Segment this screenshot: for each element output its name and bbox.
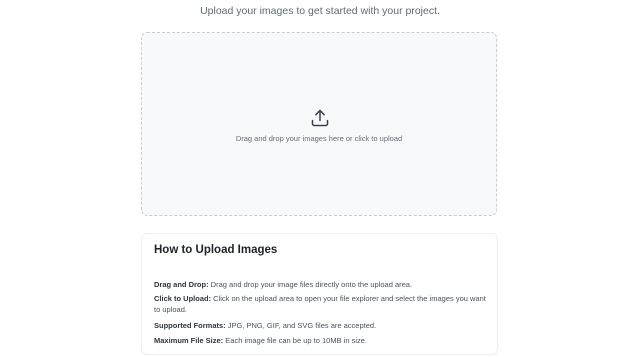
help-item-formats: Supported Formats: JPG, PNG, GIF, and SV…	[154, 320, 489, 331]
upload-help-card: How to Upload Images Drag and Drop: Drag…	[141, 233, 498, 355]
help-item-drag-drop: Drag and Drop: Drag and drop your image …	[154, 279, 489, 290]
help-term: Supported Formats:	[154, 321, 226, 330]
help-item-click-upload: Click to Upload: Click on the upload are…	[154, 293, 489, 315]
help-title: How to Upload Images	[154, 244, 278, 256]
upload-dropzone[interactable]: Drag and drop your images here or click …	[141, 32, 497, 216]
upload-page: Upload your images to get started with y…	[0, 0, 640, 357]
dropzone-instruction: Drag and drop your images here or click …	[235, 134, 403, 143]
page-subtitle: Upload your images to get started with y…	[200, 5, 440, 17]
help-term: Click to Upload:	[154, 294, 212, 303]
help-text: Drag and drop your image files directly …	[208, 280, 413, 289]
help-text: JPG, PNG, GIF, and SVG files are accepte…	[225, 321, 377, 330]
help-term: Maximum File Size:	[154, 336, 224, 345]
help-term: Drag and Drop:	[154, 280, 209, 289]
help-item-max-size: Maximum File Size: Each image file can b…	[154, 335, 489, 346]
upload-icon	[311, 109, 329, 127]
help-text: Each image file can be up to 10MB in siz…	[223, 336, 368, 345]
